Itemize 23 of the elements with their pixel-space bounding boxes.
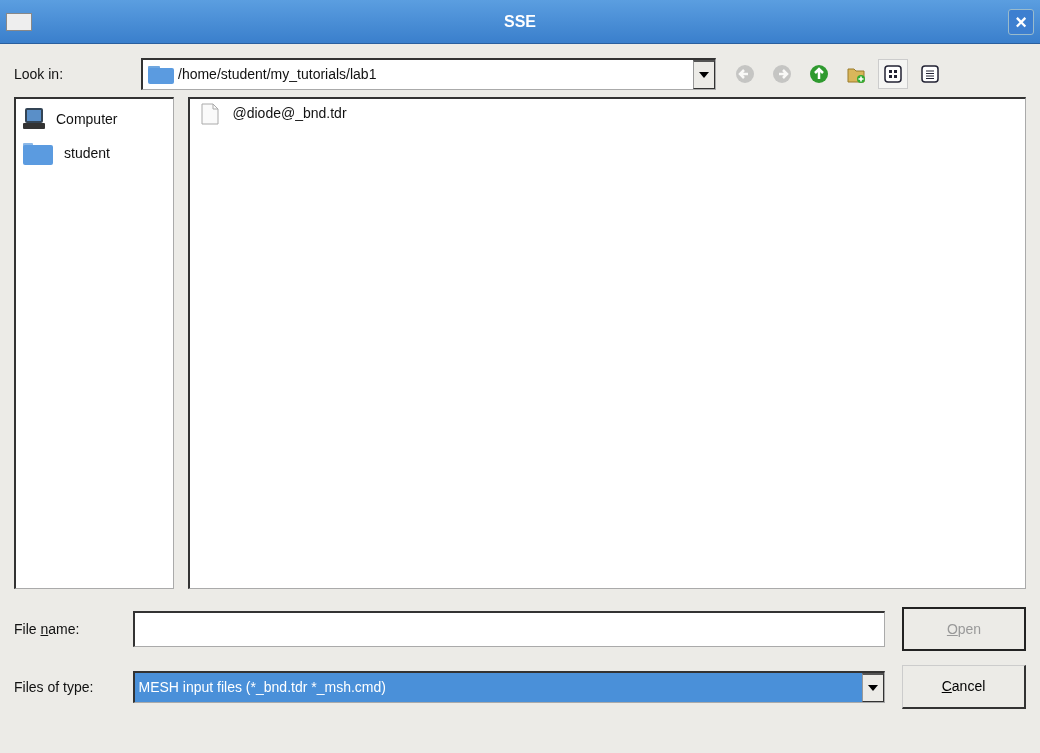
path-text: /home/student/my_tutorials/lab1: [178, 65, 378, 84]
window-title: SSE: [503, 11, 537, 32]
caret-icon: [868, 685, 878, 691]
file-type-label: Files of type:: [14, 677, 95, 697]
window-icon: [6, 12, 32, 31]
document-icon: [200, 102, 219, 125]
cancel-button[interactable]: Cancel: [902, 665, 1026, 709]
file-item[interactable]: @diode@_bnd.tdr: [232, 103, 347, 124]
file-name-field[interactable]: [133, 611, 885, 647]
list-view-icon: [920, 64, 940, 84]
caret-icon: [699, 72, 709, 78]
dropdown-button[interactable]: [862, 673, 884, 702]
grid-view-icon: [883, 64, 903, 84]
place-item[interactable]: student: [64, 143, 110, 164]
file-name-label: File name:: [14, 619, 81, 639]
folder-icon: [146, 64, 175, 85]
dropdown-button[interactable]: [693, 60, 715, 89]
place-item[interactable]: Computer: [56, 109, 118, 130]
look-in-label: Look in:: [14, 64, 65, 84]
look-in-combobox[interactable]: /home/student/my_tutorials/lab1: [141, 58, 716, 90]
close-button[interactable]: ×: [1008, 8, 1034, 35]
folder-icon: [22, 140, 54, 167]
grid-view-button[interactable]: [878, 59, 908, 89]
